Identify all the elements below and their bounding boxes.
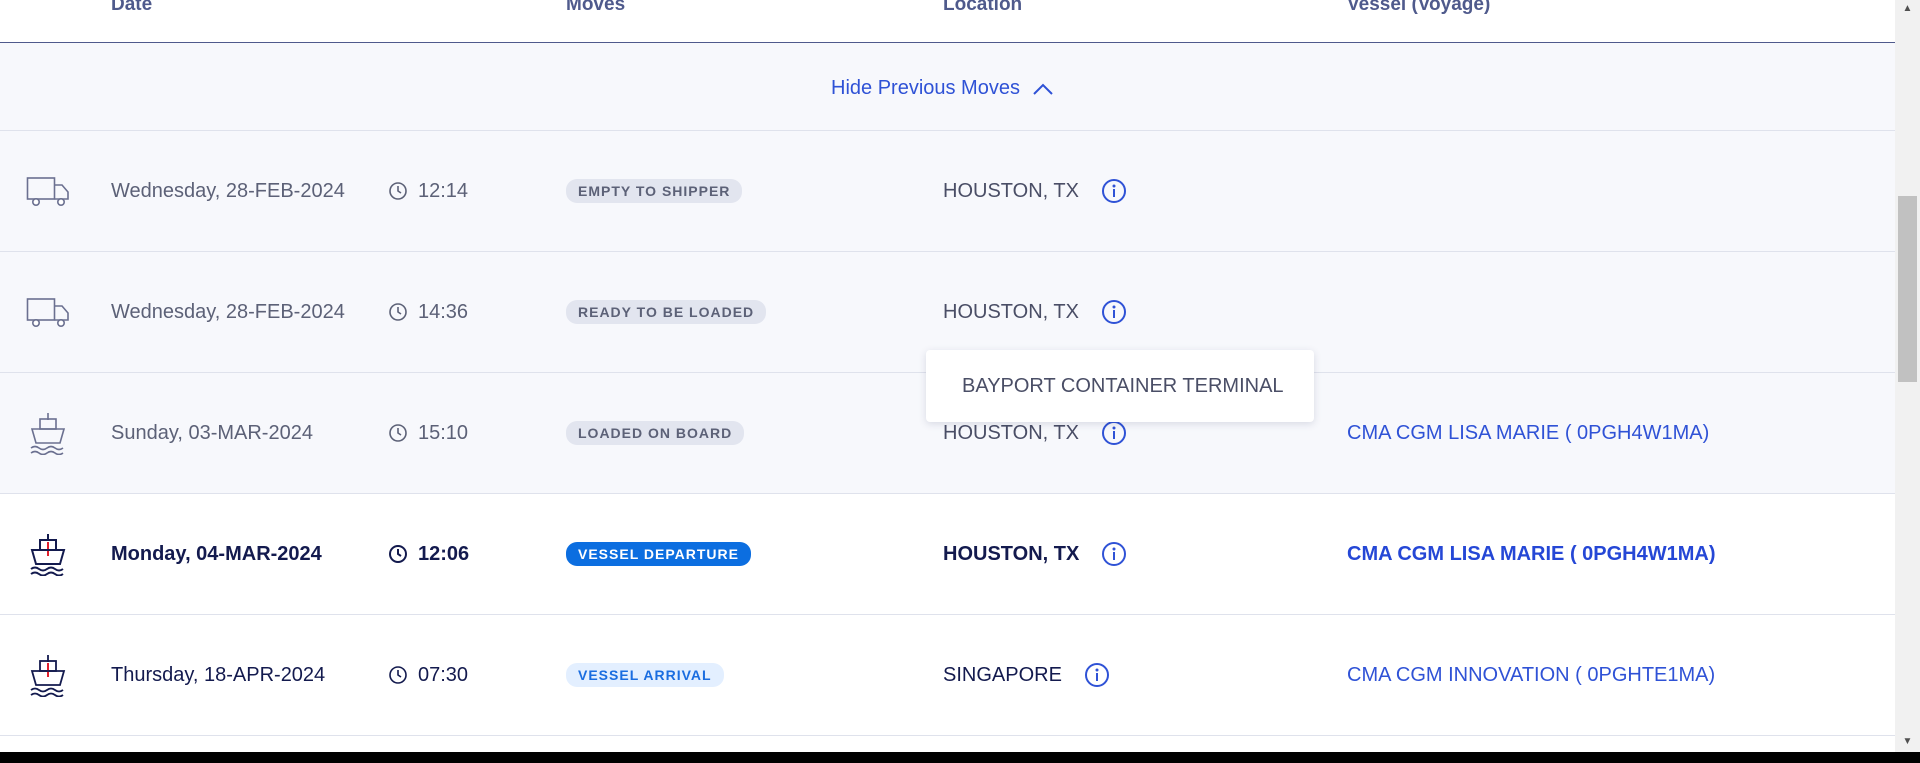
hide-previous-moves-label: Hide Previous Moves [831, 77, 1020, 99]
moves-table: Date Moves Location Vessel (Voyage) Hide… [0, 0, 1895, 752]
move-location: HOUSTON, TX [943, 494, 1127, 614]
move-date: Sunday, 03-MAR-2024 [111, 421, 313, 444]
move-status: VESSEL DEPARTURE [566, 494, 751, 614]
table-header: Date Moves Location Vessel (Voyage) [0, 0, 1895, 43]
move-status: EMPTY TO SHIPPER [566, 131, 743, 251]
move-location: HOUSTON, TX [943, 131, 1127, 251]
location-tooltip: BAYPORT CONTAINER TERMINAL [926, 350, 1314, 422]
move-time-value: 12:14 [418, 179, 469, 202]
vessel-voyage-link[interactable]: CMA CGM LISA MARIE ( 0PGH4W1MA) [1347, 373, 1709, 493]
tooltip-text: BAYPORT CONTAINER TERMINAL [962, 374, 1284, 397]
location-name: HOUSTON, TX [943, 421, 1079, 444]
hide-previous-moves-button[interactable]: Hide Previous Moves [831, 77, 1054, 100]
move-time: 14:36 [388, 252, 468, 372]
info-icon[interactable] [1101, 178, 1127, 204]
clock-icon [389, 303, 407, 321]
info-icon[interactable] [1101, 420, 1127, 446]
vertical-scrollbar[interactable]: ▲ ▼ [1895, 0, 1920, 752]
move-badge: VESSEL DEPARTURE [566, 542, 751, 566]
truck-icon [26, 131, 70, 251]
location-name: SINGAPORE [943, 663, 1062, 686]
tracking-viewport: Date Moves Location Vessel (Voyage) Hide… [0, 0, 1920, 752]
window-bottom-edge [0, 752, 1920, 763]
move-date: Wednesday, 28-FEB-2024 [111, 300, 345, 323]
move-badge: LOADED ON BOARD [566, 421, 745, 445]
move-time-value: 07:30 [418, 663, 469, 686]
location-name: HOUSTON, TX [943, 179, 1079, 202]
move-date: Monday, 04-MAR-2024 [111, 542, 322, 565]
location-name: HOUSTON, TX [943, 542, 1080, 565]
move-status: READY TO BE LOADED [566, 252, 767, 372]
truck-icon [26, 252, 70, 372]
scroll-up-arrow[interactable]: ▲ [1895, 0, 1920, 16]
scrollbar-thumb[interactable] [1898, 196, 1917, 382]
move-time: 12:06 [388, 494, 469, 614]
location-name: HOUSTON, TX [943, 300, 1079, 323]
ship-icon [26, 373, 70, 493]
move-time: 12:14 [388, 131, 468, 251]
move-time: 15:10 [388, 373, 468, 493]
vessel-voyage-link[interactable]: CMA CGM INNOVATION ( 0PGHTE1MA) [1347, 615, 1715, 735]
move-badge: VESSEL ARRIVAL [566, 663, 724, 687]
info-icon[interactable] [1101, 299, 1127, 325]
info-icon[interactable] [1084, 662, 1110, 688]
vessel-voyage-link[interactable]: CMA CGM LISA MARIE ( 0PGH4W1MA) [1347, 494, 1716, 614]
move-badge: READY TO BE LOADED [566, 300, 767, 324]
move-time: 07:30 [388, 615, 468, 735]
header-vessel: Vessel (Voyage) [1347, 0, 1491, 15]
info-icon[interactable] [1101, 541, 1127, 567]
move-status: VESSEL ARRIVAL [566, 615, 724, 735]
move-location: SINGAPORE [943, 615, 1110, 735]
move-status: LOADED ON BOARD [566, 373, 745, 493]
move-badge: EMPTY TO SHIPPER [566, 179, 743, 203]
table-row: Monday, 04-MAR-2024 12:06 VESSEL DEPARTU… [0, 494, 1895, 615]
header-date: Date [111, 0, 153, 15]
header-moves: Moves [566, 0, 626, 15]
chevron-up-icon [1033, 83, 1053, 95]
move-time-value: 15:10 [418, 421, 469, 444]
header-location: Location [943, 0, 1023, 15]
move-date: Thursday, 18-APR-2024 [111, 663, 326, 686]
clock-icon [389, 666, 407, 684]
table-row: Thursday, 18-APR-2024 07:30 VESSEL ARRIV… [0, 615, 1895, 736]
clock-icon [389, 182, 407, 200]
move-time-value: 14:36 [418, 300, 469, 323]
ship-icon [26, 494, 70, 614]
move-time-value: 12:06 [418, 542, 470, 565]
clock-icon [389, 545, 407, 563]
table-row: Wednesday, 28-FEB-2024 12:14 EMPTY TO SH… [0, 131, 1895, 252]
hide-previous-row: Hide Previous Moves [0, 43, 1895, 131]
ship-icon [26, 615, 70, 735]
scroll-down-arrow[interactable]: ▼ [1895, 733, 1920, 749]
clock-icon [389, 424, 407, 442]
move-date: Wednesday, 28-FEB-2024 [111, 179, 345, 202]
